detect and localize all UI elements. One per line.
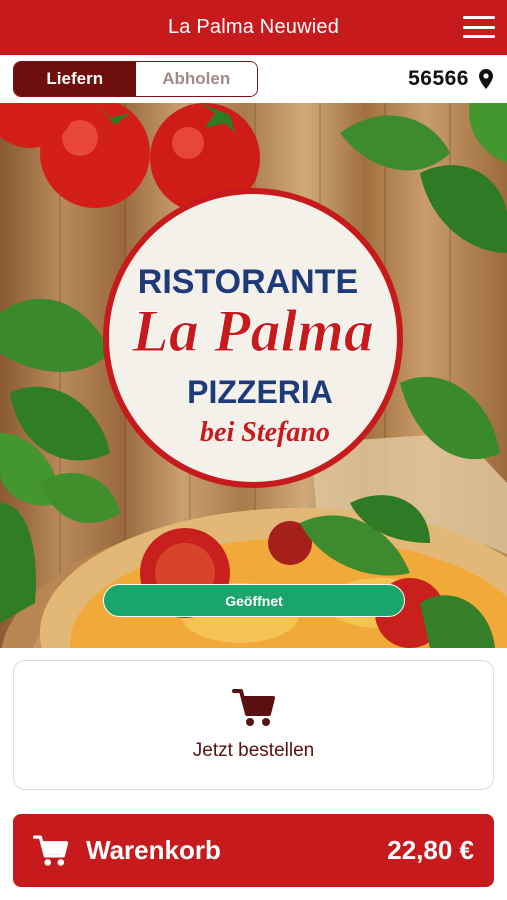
- logo-bei-stefano: bei Stefano: [200, 417, 330, 448]
- zip-code: 56566: [408, 67, 469, 90]
- app-header: La Palma Neuwied: [0, 0, 507, 55]
- mode-bar: Liefern Abholen 56566: [0, 55, 507, 103]
- cart-label: Warenkorb: [86, 835, 221, 865]
- map-marker-icon: [479, 69, 493, 89]
- shopping-cart-icon: [33, 834, 69, 866]
- hamburger-menu-icon[interactable]: [461, 12, 497, 42]
- order-now-label: Jetzt bestellen: [192, 740, 315, 761]
- open-status-badge: Geöffnet: [103, 584, 405, 617]
- hero-illustration: RISTORANTE La Palma PIZZERIA bei Stefano: [0, 103, 507, 648]
- app-screen: La Palma Neuwied Liefern Abholen 56566 R…: [0, 0, 507, 900]
- order-now-card[interactable]: Jetzt bestellen: [13, 660, 494, 790]
- hero-banner: RISTORANTE La Palma PIZZERIA bei Stefano…: [0, 103, 507, 648]
- cart-total: 22,80 €: [387, 835, 474, 865]
- logo-la-palma: La Palma: [131, 298, 374, 364]
- logo-ristorante: RISTORANTE: [138, 263, 358, 301]
- location-selector[interactable]: 56566: [408, 65, 493, 93]
- tab-abholen[interactable]: Abholen: [135, 62, 257, 96]
- delivery-mode-toggle: Liefern Abholen: [13, 61, 258, 97]
- logo-pizzeria: PIZZERIA: [187, 374, 333, 410]
- cart-button[interactable]: Warenkorb 22,80 €: [13, 814, 494, 887]
- shopping-cart-icon: [231, 689, 275, 726]
- app-title: La Palma Neuwied: [167, 16, 340, 38]
- tab-liefern[interactable]: Liefern: [14, 62, 136, 96]
